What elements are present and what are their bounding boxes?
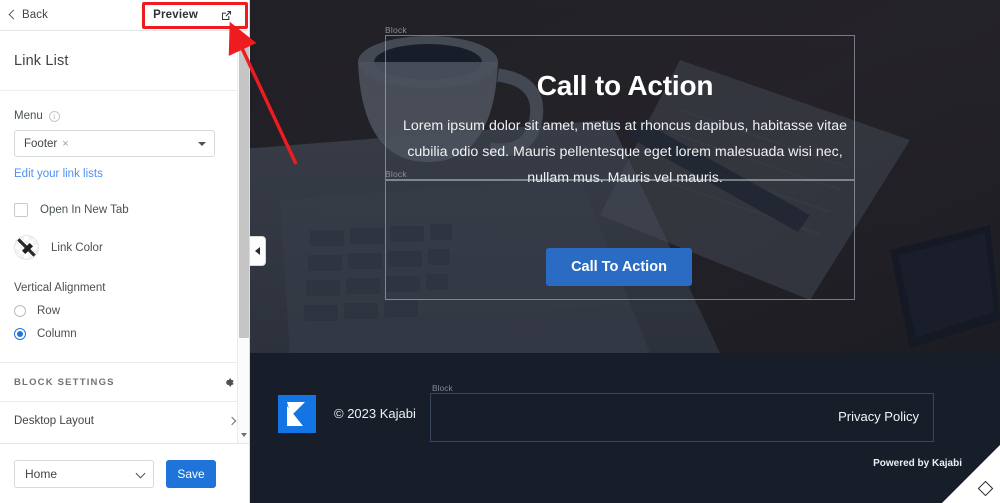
remove-tag-icon[interactable]: × bbox=[62, 138, 68, 150]
save-button[interactable]: Save bbox=[166, 459, 216, 488]
row-desktop-layout-label: Desktop Layout bbox=[14, 414, 94, 427]
settings-sidebar: Back Preview Link List Menu i Footer × E… bbox=[0, 0, 250, 503]
page-title: Link List bbox=[0, 31, 249, 91]
scroll-down-arrow-icon[interactable] bbox=[241, 433, 247, 437]
block-outline-footer[interactable]: Privacy Policy bbox=[430, 393, 934, 442]
radio-column-option[interactable] bbox=[14, 328, 26, 340]
preview-button[interactable]: Preview bbox=[143, 6, 241, 25]
cta-button[interactable]: Call To Action bbox=[546, 248, 692, 286]
external-link-icon bbox=[222, 10, 231, 20]
collapse-left-icon bbox=[255, 247, 260, 255]
menu-select[interactable]: Footer × bbox=[14, 130, 215, 157]
edit-link-lists-link[interactable]: Edit your link lists bbox=[14, 168, 103, 180]
radio-column-label: Column bbox=[37, 328, 77, 340]
site-preview: Block Call to Action Lorem ipsum dolor s… bbox=[250, 0, 1000, 503]
open-in-new-tab-checkbox[interactable] bbox=[14, 203, 28, 217]
info-icon[interactable]: i bbox=[48, 110, 60, 122]
block-label-button: Block bbox=[385, 169, 407, 179]
vertical-alignment-option-column[interactable]: Column bbox=[14, 328, 235, 340]
link-color-row[interactable]: Link Color bbox=[14, 235, 235, 260]
page-select-value: Home bbox=[25, 466, 58, 481]
chevron-left-icon bbox=[8, 9, 19, 20]
back-button-label: Back bbox=[22, 9, 48, 21]
privacy-policy-link[interactable]: Privacy Policy bbox=[838, 409, 919, 424]
preview-button-label: Preview bbox=[153, 9, 198, 21]
caret-down-icon bbox=[198, 141, 206, 146]
sidebar-scrollbar[interactable] bbox=[237, 31, 249, 443]
block-settings-title: BLOCK SETTINGS bbox=[14, 377, 115, 388]
radio-row-option[interactable] bbox=[14, 305, 26, 317]
editor-window: Back Preview Link List Menu i Footer × E… bbox=[0, 0, 1000, 503]
sidebar-scroll-area: Menu i Footer × Edit your link lists Ope… bbox=[0, 91, 249, 443]
sidebar-topbar: Back Preview bbox=[0, 0, 249, 31]
site-footer: © 2023 Kajabi Block Privacy Policy Power… bbox=[250, 353, 1000, 503]
block-settings-header: BLOCK SETTINGS bbox=[14, 363, 235, 401]
cta-heading: Call to Action bbox=[536, 70, 714, 101]
sidebar-footer: Home Save bbox=[0, 443, 249, 503]
radio-row-label: Row bbox=[37, 305, 61, 317]
page-select[interactable]: Home bbox=[14, 459, 154, 488]
powered-by-text: Powered by Kajabi bbox=[873, 458, 962, 469]
chevron-right-icon bbox=[227, 416, 237, 425]
vertical-alignment-option-row[interactable]: Row bbox=[14, 305, 235, 317]
collapse-panel-handle[interactable] bbox=[250, 236, 266, 266]
block-label-text: Block bbox=[385, 25, 407, 35]
vertical-alignment-label: Vertical Alignment bbox=[14, 282, 106, 294]
hero-section: Block Call to Action Lorem ipsum dolor s… bbox=[250, 0, 1000, 353]
copyright-text: © 2023 Kajabi bbox=[334, 406, 416, 421]
open-in-new-tab-label: Open In New Tab bbox=[40, 204, 129, 216]
block-label-footer: Block bbox=[432, 383, 453, 393]
sidebar-scrollbar-thumb[interactable] bbox=[239, 38, 249, 338]
kajabi-logo-icon bbox=[278, 395, 316, 433]
chevron-down-icon bbox=[135, 468, 146, 478]
menu-label-text: Menu bbox=[14, 110, 43, 122]
no-color-swatch-icon[interactable] bbox=[14, 235, 39, 260]
menu-field-label: Menu i bbox=[14, 110, 235, 122]
back-button[interactable]: Back bbox=[8, 9, 48, 21]
gear-icon[interactable] bbox=[222, 376, 235, 389]
row-desktop-layout[interactable]: Desktop Layout bbox=[0, 401, 249, 439]
menu-select-value: Footer bbox=[24, 137, 58, 150]
open-in-new-tab-row[interactable]: Open In New Tab bbox=[14, 203, 235, 217]
link-color-label: Link Color bbox=[51, 241, 103, 254]
